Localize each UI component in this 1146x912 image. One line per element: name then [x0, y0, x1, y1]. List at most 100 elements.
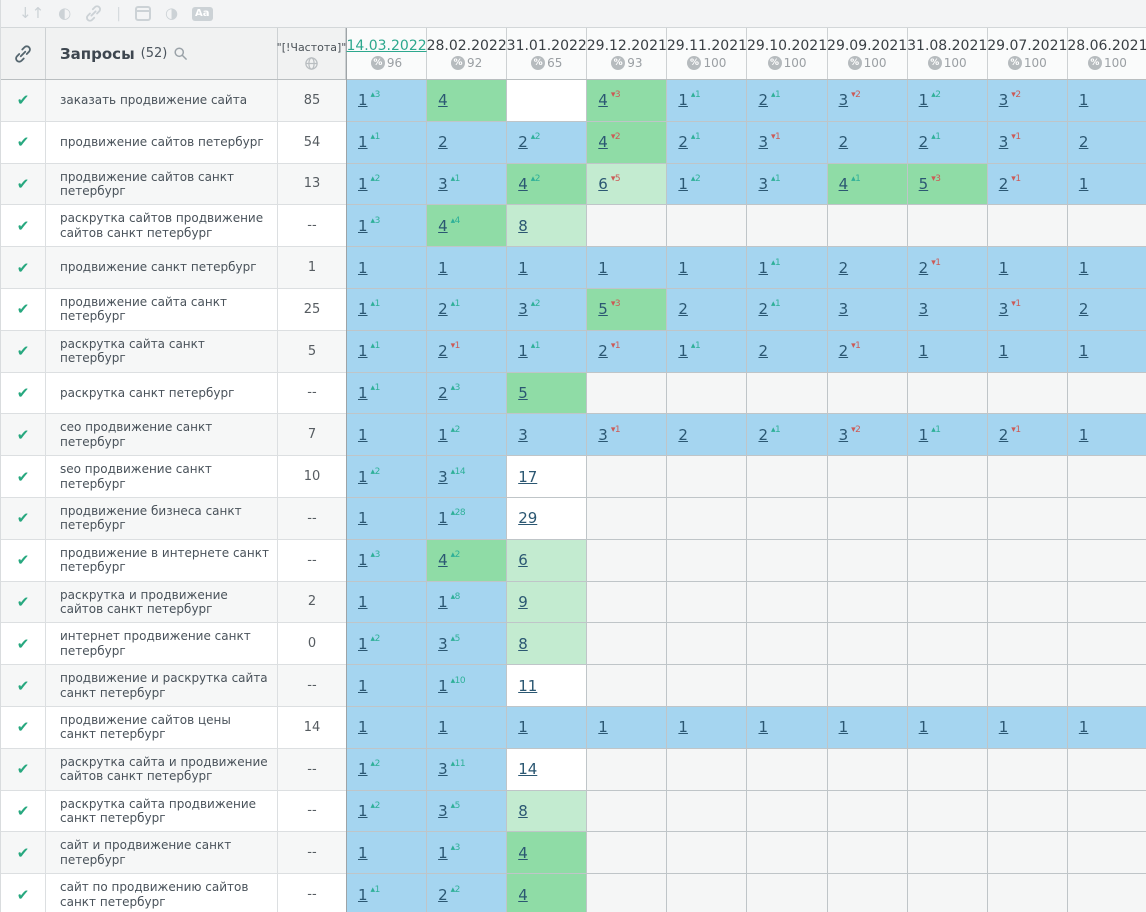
position-cell[interactable]: 8	[507, 791, 587, 833]
position-cell[interactable]: 1	[988, 247, 1068, 289]
position-cell[interactable]: 1▴3	[347, 540, 427, 582]
position-cell[interactable]: 3▾2	[828, 80, 908, 122]
position-cell[interactable]: 1	[988, 707, 1068, 749]
position-cell[interactable]: 3▴11	[427, 749, 507, 791]
position-link[interactable]: 2	[678, 133, 688, 151]
position-cell[interactable]: 1	[347, 832, 427, 874]
position-cell[interactable]: 3▾1	[988, 289, 1068, 331]
position-link[interactable]: 1	[1079, 259, 1089, 277]
row-check-toggle[interactable]: ✔	[1, 874, 46, 912]
query-text[interactable]: продвижение сайтов санкт петербург	[46, 164, 278, 205]
position-link[interactable]: 1	[919, 342, 929, 360]
position-link[interactable]: 2	[839, 133, 849, 151]
position-link[interactable]: 1	[438, 509, 448, 527]
position-cell[interactable]: 3	[828, 289, 908, 331]
position-link[interactable]: 2	[758, 426, 768, 444]
position-cell[interactable]: 1	[427, 247, 507, 289]
position-link[interactable]: 3	[999, 133, 1009, 151]
position-link[interactable]: 3	[518, 426, 528, 444]
date-link[interactable]: 29.10.2021	[747, 38, 827, 54]
position-link[interactable]: 1	[999, 342, 1009, 360]
position-cell[interactable]: 1	[587, 707, 667, 749]
query-text[interactable]: раскрутка сайта продвижение санкт петерб…	[46, 791, 278, 832]
position-link[interactable]: 1	[358, 259, 368, 277]
position-link[interactable]: 4	[518, 844, 528, 862]
position-link[interactable]: 1	[999, 718, 1009, 736]
date-link[interactable]: 31.08.2021	[907, 38, 987, 54]
query-text[interactable]: продвижение санкт петербург	[46, 247, 278, 288]
position-cell[interactable]: 5	[507, 373, 587, 415]
position-cell[interactable]: 1	[988, 331, 1068, 373]
card-icon[interactable]	[135, 6, 151, 21]
position-cell[interactable]: 1	[1068, 707, 1146, 749]
position-cell[interactable]: 4	[507, 874, 587, 912]
row-check-toggle[interactable]: ✔	[1, 665, 46, 706]
row-check-toggle[interactable]: ✔	[1, 791, 46, 832]
position-cell[interactable]: 1	[507, 247, 587, 289]
position-link[interactable]: 1	[1079, 175, 1089, 193]
date-link[interactable]: 29.09.2021	[827, 38, 907, 54]
position-link[interactable]: 1	[1079, 426, 1089, 444]
position-cell[interactable]: 1▴10	[427, 665, 507, 707]
position-link[interactable]: 2	[518, 133, 528, 151]
position-link[interactable]: 1	[1079, 342, 1089, 360]
position-cell[interactable]: 1▴1	[347, 289, 427, 331]
position-cell[interactable]: 1	[347, 414, 427, 456]
position-cell[interactable]: 1	[1068, 331, 1146, 373]
position-link[interactable]: 29	[518, 509, 537, 527]
row-check-toggle[interactable]: ✔	[1, 164, 46, 205]
position-cell[interactable]: 14	[507, 749, 587, 791]
position-link[interactable]: 1	[358, 802, 368, 820]
position-link[interactable]: 1	[518, 259, 528, 277]
row-check-toggle[interactable]: ✔	[1, 247, 46, 288]
query-text[interactable]: сайт и продвижение санкт петербург	[46, 832, 278, 873]
position-link[interactable]: 1	[358, 300, 368, 318]
row-check-toggle[interactable]: ✔	[1, 582, 46, 623]
position-link[interactable]: 4	[438, 91, 448, 109]
position-cell[interactable]: 2▾1	[908, 247, 988, 289]
position-link[interactable]: 3	[999, 91, 1009, 109]
position-cell[interactable]: 2▾1	[828, 331, 908, 373]
link-icon[interactable]	[85, 5, 102, 22]
position-cell[interactable]: 1	[908, 707, 988, 749]
position-cell[interactable]: 1▴1	[347, 874, 427, 912]
position-link[interactable]: 1	[678, 91, 688, 109]
position-cell[interactable]: 1▴1	[347, 373, 427, 415]
position-cell[interactable]: 4	[507, 832, 587, 874]
position-cell[interactable]: 6	[507, 540, 587, 582]
position-cell[interactable]: 4▴1	[828, 164, 908, 206]
row-check-toggle[interactable]: ✔	[1, 749, 46, 790]
position-link[interactable]: 1	[598, 718, 608, 736]
position-link[interactable]: 8	[518, 802, 528, 820]
row-check-toggle[interactable]: ✔	[1, 80, 46, 121]
position-cell[interactable]: 1▴1	[667, 331, 747, 373]
position-cell[interactable]: 1▴1	[667, 80, 747, 122]
position-cell[interactable]: 1	[1068, 247, 1146, 289]
contrast-moon-icon[interactable]: ◐	[58, 6, 71, 21]
query-text[interactable]: продвижение и раскрутка сайта санкт пете…	[46, 665, 278, 706]
query-text[interactable]: продвижение в интернете санкт петербург	[46, 540, 278, 581]
position-link[interactable]: 1	[358, 593, 368, 611]
position-link[interactable]: 2	[678, 426, 688, 444]
position-cell[interactable]: 1	[347, 582, 427, 624]
position-cell[interactable]: 3▾1	[587, 414, 667, 456]
position-cell[interactable]: 1▴2	[347, 749, 427, 791]
position-link[interactable]: 1	[358, 677, 368, 695]
query-text[interactable]: раскрутка сайта и продвижение сайтов сан…	[46, 749, 278, 790]
position-link[interactable]: 4	[598, 91, 608, 109]
position-link[interactable]: 1	[598, 259, 608, 277]
sort-icon[interactable]: ↓↑	[19, 6, 44, 21]
position-link[interactable]: 3	[438, 468, 448, 486]
row-check-toggle[interactable]: ✔	[1, 707, 46, 748]
position-cell[interactable]: 1▴1	[747, 247, 827, 289]
position-link[interactable]: 3	[758, 175, 768, 193]
position-link[interactable]: 2	[438, 886, 448, 904]
position-cell[interactable]: 4▴4	[427, 205, 507, 247]
position-link[interactable]: 1	[358, 551, 368, 569]
position-link[interactable]: 2	[919, 259, 929, 277]
position-cell[interactable]: 2▾1	[587, 331, 667, 373]
query-text[interactable]: заказать продвижение сайта	[46, 80, 278, 121]
position-cell[interactable]: 3	[507, 414, 587, 456]
position-link[interactable]: 8	[518, 217, 528, 235]
position-link[interactable]: 6	[518, 551, 528, 569]
